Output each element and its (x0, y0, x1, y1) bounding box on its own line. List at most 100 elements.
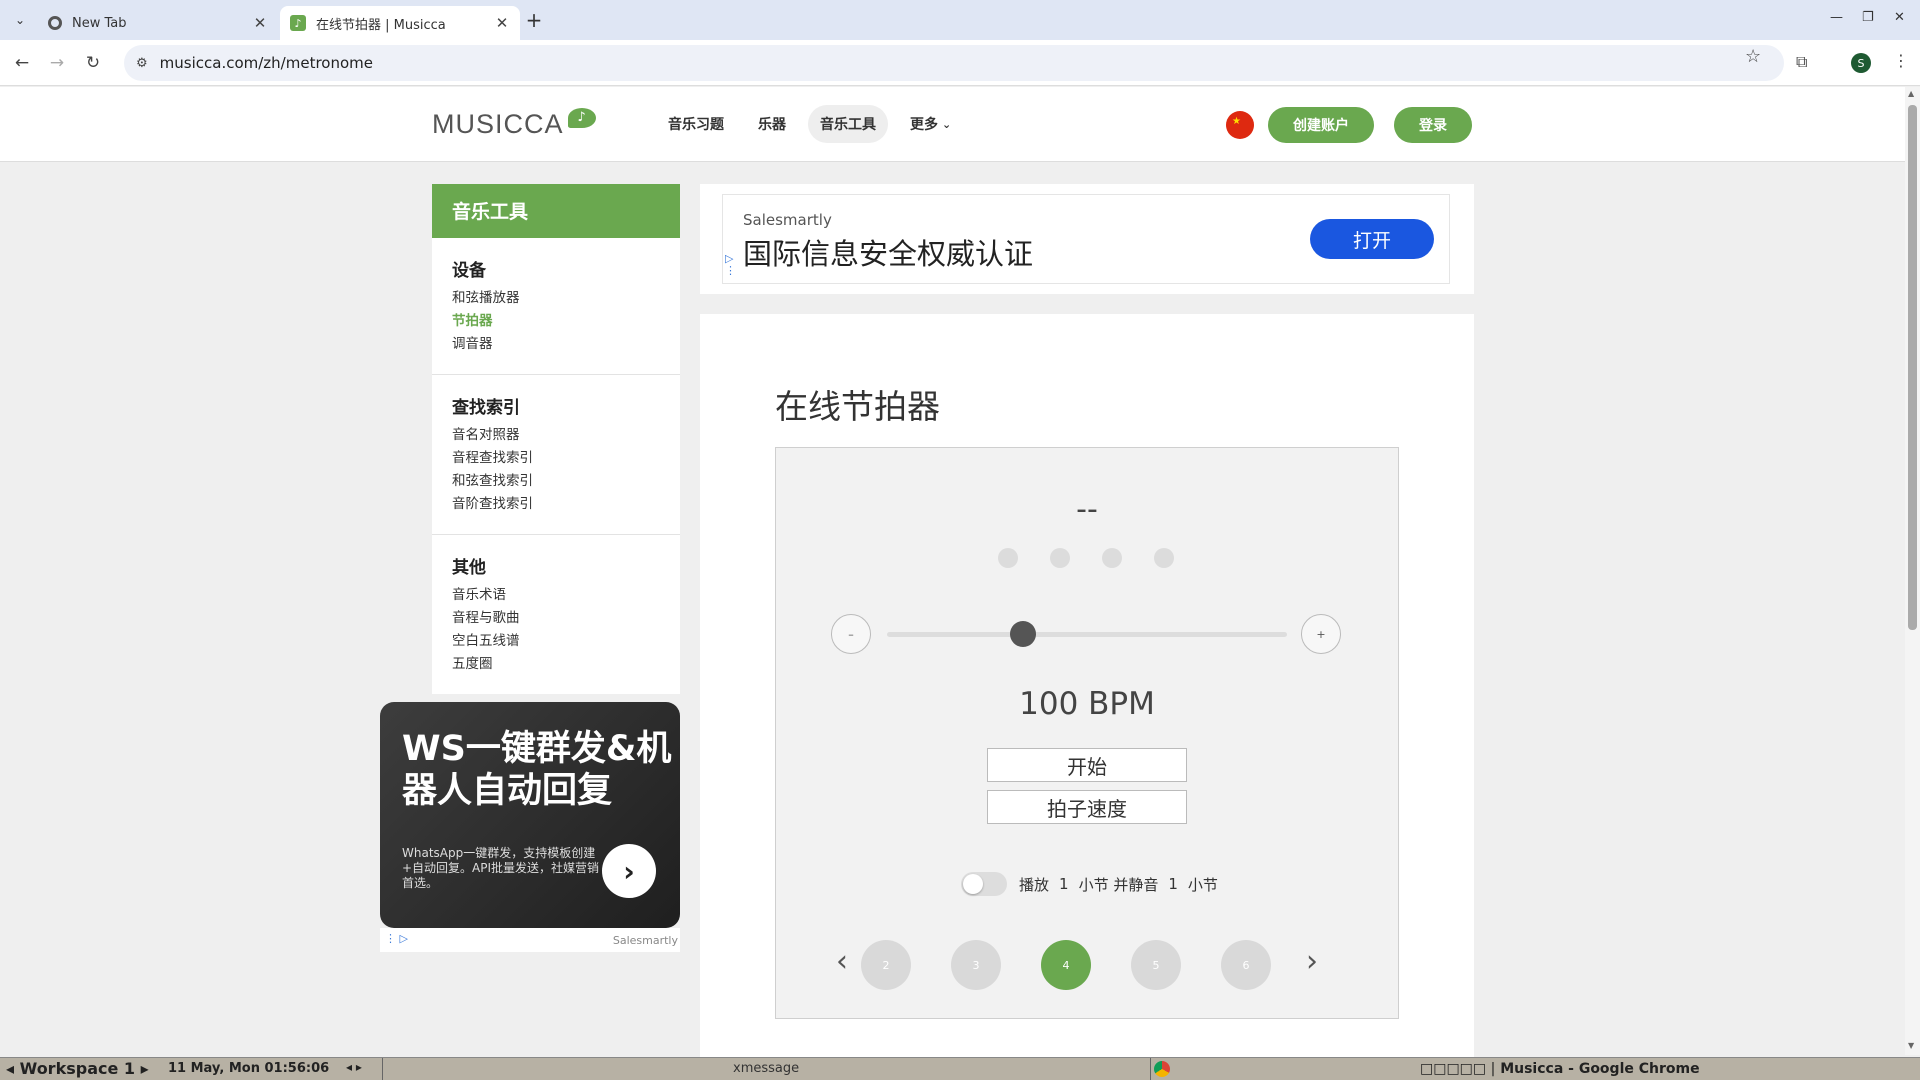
ad-card[interactable]: WS一键群发&机器人自动回复 WhatsApp一键群发，支持模板创建+自动回复。… (380, 702, 680, 928)
chevron-down-icon: ⌄ (942, 117, 952, 131)
chrome-icon (48, 16, 62, 30)
nav-more[interactable]: 更多 ⌄ (898, 105, 963, 143)
sidebar-item-scale-finder[interactable]: 音阶查找索引 (452, 493, 660, 516)
tab-label: 在线节拍器 | Musicca (316, 17, 446, 33)
top-ad-container: Salesmartly 国际信息安全权威认证 打开 ▷ ⋮ (700, 184, 1474, 294)
create-account-button[interactable]: 创建账户 (1268, 107, 1374, 143)
chevron-right-icon[interactable]: › (602, 844, 656, 898)
address-bar[interactable]: ⚙ musicca.com/zh/metronome (124, 45, 1784, 81)
adchoices-icon[interactable]: ⋮ ▷ (385, 932, 408, 945)
sidebar-item-music-terms[interactable]: 音乐术语 (452, 584, 660, 607)
mute-toggle[interactable] (961, 872, 1007, 896)
sidebar-group-devices: 设备 和弦播放器 节拍器 调音器 (432, 238, 680, 375)
taskbar-xmessage[interactable]: xmessage (733, 1061, 799, 1076)
beat-option[interactable]: 6 (1221, 940, 1271, 990)
taskbar-arrows-icon[interactable]: ◂ ▸ (346, 1060, 362, 1074)
chevron-right-icon[interactable]: › (1306, 944, 1318, 979)
tempo-decrease-button[interactable]: – (831, 614, 871, 654)
nav-music-tools[interactable]: 音乐工具 (808, 105, 888, 143)
beat-option[interactable]: 5 (1131, 940, 1181, 990)
sidebar-item-circle-of-fifths[interactable]: 五度圈 (452, 653, 660, 676)
page-scrollbar[interactable]: ▲ ▼ (1905, 87, 1920, 1055)
extensions-icon[interactable]: ⧉ (1796, 52, 1807, 72)
tools-sidebar: 音乐工具 设备 和弦播放器 节拍器 调音器 查找索引 音名对照器 音程查找索引 … (432, 184, 680, 694)
tap-tempo-button[interactable]: 拍子速度 (987, 790, 1187, 824)
tab-new-tab[interactable]: New Tab ✕ (38, 6, 278, 40)
scroll-up-icon[interactable]: ▲ (1908, 89, 1914, 98)
tab-search-icon[interactable]: ⌄ (8, 8, 32, 32)
tab-musicca[interactable]: ♪ 在线节拍器 | Musicca ✕ (280, 6, 520, 40)
profile-avatar[interactable]: S (1851, 53, 1871, 73)
tab-strip: ⌄ New Tab ✕ ♪ 在线节拍器 | Musicca ✕ + — ❐ ✕ (0, 0, 1920, 40)
sidebar-item-tuner[interactable]: 调音器 (452, 333, 660, 356)
sidebar-item-interval-finder[interactable]: 音程查找索引 (452, 447, 660, 470)
login-button[interactable]: 登录 (1394, 107, 1472, 143)
reload-icon[interactable]: ↻ (80, 50, 106, 76)
musicca-logo[interactable]: MUSICCA ♪ (432, 107, 596, 140)
sidebar-item-metronome[interactable]: 节拍器 (452, 310, 660, 333)
ad-headline: WS一键群发&机器人自动回复 (402, 729, 672, 811)
play-bars-value[interactable]: 1 (1059, 875, 1069, 893)
beats-per-bar-selector: ‹ 2 3 4 5 6 › (836, 930, 1336, 990)
mute-mid-label: 小节 并静音 (1078, 875, 1159, 894)
chevron-left-icon[interactable]: ‹ (836, 944, 848, 979)
ad-title: 国际信息安全权威认证 (743, 237, 1034, 271)
start-button[interactable]: 开始 (987, 748, 1187, 782)
sidebar-group-lookup: 查找索引 音名对照器 音程查找索引 和弦查找索引 音阶查找索引 (432, 375, 680, 535)
os-taskbar: ◂ Workspace 1 ▸ 11 May, Mon 01:56:06 ◂ ▸… (0, 1057, 1920, 1080)
browser-toolbar: ← → ↻ ⚙ musicca.com/zh/metronome ☆ (0, 40, 1920, 86)
divider (1150, 1058, 1151, 1080)
back-icon[interactable]: ← (9, 50, 35, 76)
adchoices-icon[interactable]: ▷ ⋮ (725, 253, 736, 277)
beat-dot (1102, 548, 1122, 568)
site-info-icon[interactable]: ⚙ (136, 56, 148, 71)
close-window-icon[interactable]: ✕ (1894, 10, 1905, 25)
active-window-title[interactable]: □□□□□ | Musicca - Google Chrome (1420, 1061, 1700, 1077)
mute-end-label: 小节 (1187, 875, 1218, 894)
close-icon[interactable]: ✕ (252, 14, 268, 32)
bookmark-star-icon[interactable]: ☆ (1745, 46, 1761, 67)
ad-brand[interactable]: Salesmartly (613, 934, 678, 947)
beat-option[interactable]: 2 (861, 940, 911, 990)
mute-bars-value[interactable]: 1 (1168, 875, 1178, 893)
scroll-down-icon[interactable]: ▼ (1908, 1041, 1914, 1050)
page-title: 在线节拍器 (775, 387, 940, 426)
beat-dot (998, 548, 1018, 568)
forward-icon[interactable]: → (44, 50, 70, 76)
play-label: 播放 (1019, 875, 1050, 894)
ad-footer: ⋮ ▷ Salesmartly (380, 928, 680, 952)
window-title-text: Musicca - Google Chrome (1500, 1061, 1700, 1077)
sidebar-item-chord-finder[interactable]: 和弦查找索引 (452, 470, 660, 493)
sidebar-item-note-names[interactable]: 音名对照器 (452, 424, 660, 447)
plus-icon[interactable]: + (522, 8, 546, 32)
tempo-increase-button[interactable]: + (1301, 614, 1341, 654)
sidebar-item-blank-staff[interactable]: 空白五线谱 (452, 630, 660, 653)
sidebar-group-other: 其他 音乐术语 音程与歌曲 空白五线谱 五度圈 (432, 535, 680, 694)
musicca-favicon-icon: ♪ (290, 15, 306, 31)
menu-kebab-icon[interactable]: ⋮ (1893, 51, 1909, 70)
minimize-icon[interactable]: — (1830, 10, 1843, 25)
close-icon[interactable]: ✕ (494, 14, 510, 32)
sidebar-group-title: 查找索引 (452, 398, 520, 418)
restore-icon[interactable]: ❐ (1862, 10, 1874, 25)
nav-music-exercises[interactable]: 音乐习题 (656, 105, 736, 143)
side-advertisement[interactable]: WS一键群发&机器人自动回复 WhatsApp一键群发，支持模板创建+自动回复。… (380, 702, 680, 952)
clock: 11 May, Mon 01:56:06 (168, 1061, 330, 1076)
tempo-slider-handle[interactable] (1010, 621, 1036, 647)
tab-label: New Tab (72, 15, 127, 31)
beat-dot (1154, 548, 1174, 568)
scrollbar-thumb[interactable] (1908, 105, 1917, 630)
tempo-slider[interactable] (887, 621, 1287, 647)
china-flag-icon[interactable]: ★ (1226, 111, 1254, 139)
sidebar-group-title: 其他 (452, 558, 486, 578)
beat-option[interactable]: 3 (951, 940, 1001, 990)
sidebar-item-intervals-songs[interactable]: 音程与歌曲 (452, 607, 660, 630)
top-advertisement[interactable]: Salesmartly 国际信息安全权威认证 打开 ▷ ⋮ (722, 194, 1450, 284)
sidebar-item-chord-player[interactable]: 和弦播放器 (452, 287, 660, 310)
workspace-switcher[interactable]: ◂ Workspace 1 ▸ (6, 1059, 149, 1078)
site-header: MUSICCA ♪ 音乐习题 乐器 音乐工具 更多 ⌄ ★ 创建账户 登录 (0, 87, 1905, 162)
workspace-label: Workspace 1 (19, 1059, 136, 1078)
ad-open-button[interactable]: 打开 (1310, 219, 1434, 259)
nav-instruments[interactable]: 乐器 (746, 105, 798, 143)
beat-option-selected[interactable]: 4 (1041, 940, 1091, 990)
